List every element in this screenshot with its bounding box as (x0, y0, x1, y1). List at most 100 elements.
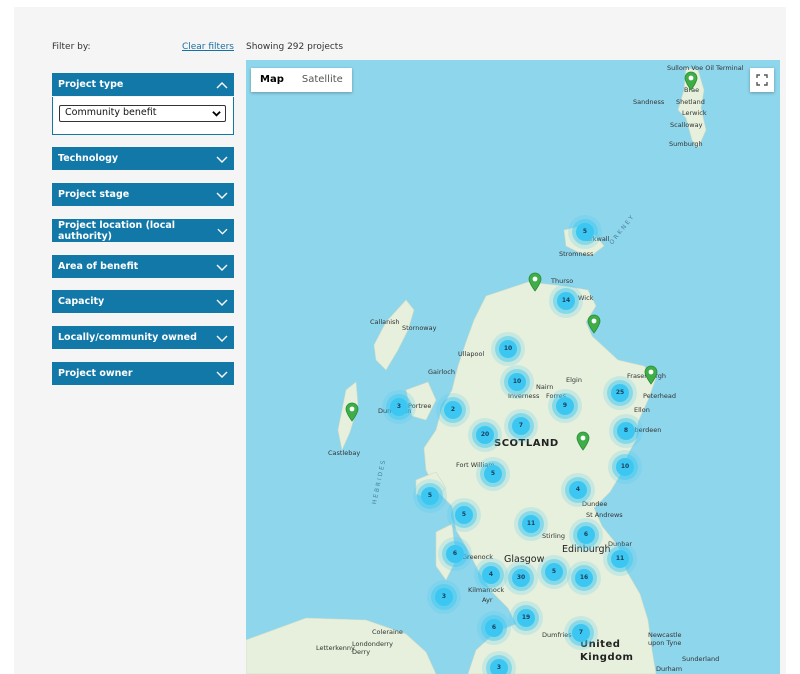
fullscreen-button[interactable] (750, 68, 774, 92)
place-label: Sumburgh (669, 140, 703, 148)
accordion-label: Capacity (58, 296, 105, 307)
cluster-marker[interactable]: 7 (512, 417, 530, 435)
place-label: Sullom Voe Oil Terminal (667, 64, 744, 72)
accordion-project-type[interactable]: Project type (52, 73, 234, 96)
cluster-marker[interactable]: 4 (569, 481, 587, 499)
cluster-marker[interactable]: 2 (444, 401, 462, 419)
project-type-select[interactable]: Community benefit (59, 105, 226, 122)
select-value: Community benefit (65, 107, 157, 118)
place-label: Inverness (508, 392, 540, 400)
accordion-capacity[interactable]: Capacity (52, 290, 234, 313)
accordion-project-location[interactable]: Project location (local authority) (52, 219, 234, 242)
cluster-marker[interactable]: 16 (575, 569, 593, 587)
place-label: Stornoway (402, 324, 437, 332)
fullscreen-icon (756, 74, 768, 86)
chevron-down-icon (216, 156, 228, 163)
place-label: Edinburgh (562, 544, 611, 555)
cluster-marker[interactable]: 3 (490, 659, 508, 674)
location-pin-icon[interactable] (684, 71, 698, 91)
place-label: Shetland (676, 98, 705, 106)
cluster-marker[interactable]: 10 (499, 340, 517, 358)
location-pin-icon[interactable] (528, 272, 542, 292)
cluster-marker[interactable]: 5 (421, 487, 439, 505)
location-pin-icon[interactable] (345, 402, 359, 422)
place-label: Castlebay (328, 449, 361, 457)
place-label: SCOTLAND (494, 438, 559, 449)
map-button[interactable]: Map (251, 68, 293, 92)
place-label: Stromness (559, 250, 594, 258)
accordion-community-owned[interactable]: Locally/community owned (52, 326, 234, 349)
cluster-marker[interactable]: 11 (611, 550, 629, 568)
place-label: Dumfries (542, 631, 572, 639)
accordion-technology[interactable]: Technology (52, 147, 234, 170)
accordion-label: Area of benefit (58, 261, 139, 272)
cluster-marker[interactable]: 3 (390, 398, 408, 416)
map-type-control: Map Satellite (251, 68, 352, 92)
place-label: Stirling (542, 532, 566, 540)
cluster-marker[interactable]: 8 (617, 422, 635, 440)
place-label: Sunderland (682, 655, 720, 663)
cluster-marker[interactable]: 5 (545, 563, 563, 581)
cluster-marker[interactable]: 10 (616, 458, 634, 476)
location-pin-icon[interactable] (576, 431, 590, 451)
place-label: Dundee (582, 500, 608, 508)
cluster-marker[interactable]: 11 (522, 515, 540, 533)
place-label: Coleraine (372, 628, 403, 636)
place-label: Scalloway (670, 121, 703, 129)
project-type-panel: Community benefit (52, 97, 234, 135)
place-label: Durham (656, 665, 683, 673)
chevron-down-icon (212, 111, 221, 117)
place-label: Ayr (482, 596, 493, 604)
cluster-marker[interactable]: 6 (577, 526, 595, 544)
satellite-button[interactable]: Satellite (293, 68, 352, 92)
clear-filters-link[interactable]: Clear filters (182, 42, 234, 52)
place-label: Kilmarnock (468, 586, 505, 594)
accordion-label: Project owner (58, 368, 133, 379)
place-label: Greenock (462, 553, 493, 561)
results-count: Showing 292 projects (246, 42, 344, 52)
accordion-label: Project location (local authority) (58, 219, 175, 242)
cluster-marker[interactable]: 5 (455, 506, 473, 524)
cluster-marker[interactable]: 4 (482, 566, 500, 584)
location-pin-icon[interactable] (587, 314, 601, 334)
cluster-marker[interactable]: 9 (556, 397, 574, 415)
cluster-marker[interactable]: 20 (476, 426, 494, 444)
place-label: Gairloch (428, 368, 455, 376)
cluster-marker[interactable]: 5 (576, 223, 594, 241)
place-label: Letterkenny (316, 644, 355, 652)
cluster-marker[interactable]: 6 (446, 545, 464, 563)
accordion-project-stage[interactable]: Project stage (52, 183, 234, 206)
accordion-label: Project stage (58, 189, 130, 200)
place-label: Newcastle upon Tyne (648, 631, 682, 647)
place-label: Callanish (370, 318, 400, 326)
accordion-label: Locally/community owned (58, 332, 197, 343)
cluster-marker[interactable]: 5 (484, 465, 502, 483)
accordion-area-of-benefit[interactable]: Area of benefit (52, 255, 234, 278)
cluster-marker[interactable]: 19 (517, 609, 535, 627)
place-label: Thurso (551, 277, 574, 285)
projects-map[interactable]: Map Satellite Sullom Voe Oil Terminal Br… (246, 60, 780, 674)
cluster-marker[interactable]: 6 (485, 619, 503, 637)
location-pin-icon[interactable] (644, 365, 658, 385)
accordion-project-owner[interactable]: Project owner (52, 362, 234, 385)
chevron-down-icon (216, 192, 228, 199)
place-label: Portree (408, 402, 432, 410)
chevron-up-icon (216, 81, 228, 88)
chevron-down-icon (216, 264, 228, 271)
place-label: Sandness (633, 98, 665, 106)
place-label: Wick (578, 294, 594, 302)
place-label: Lerwick (682, 109, 707, 117)
chevron-down-icon (216, 335, 228, 342)
cluster-marker[interactable]: 25 (611, 384, 629, 402)
filter-header: Filter by: Clear filters (52, 42, 234, 56)
cluster-marker[interactable]: 30 (512, 569, 530, 587)
cluster-marker[interactable]: 7 (572, 624, 590, 642)
cluster-marker[interactable]: 3 (435, 588, 453, 606)
place-label: United Kingdom (580, 639, 634, 663)
place-label: Elgin (566, 376, 582, 384)
place-label: Ullapool (458, 350, 485, 358)
cluster-marker[interactable]: 10 (508, 373, 526, 391)
cluster-marker[interactable]: 14 (557, 292, 575, 310)
accordion-label: Technology (58, 153, 119, 164)
filter-by-label: Filter by: (52, 42, 91, 52)
